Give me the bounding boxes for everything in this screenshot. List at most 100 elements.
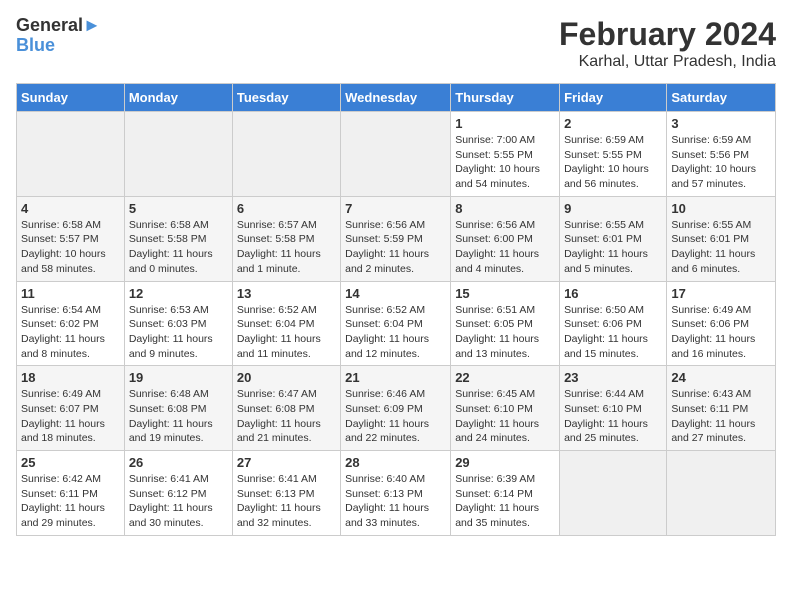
calendar-body: 1 Sunrise: 7:00 AMSunset: 5:55 PMDaylight… [17, 112, 776, 536]
day-info: Sunrise: 6:40 AMSunset: 6:13 PMDaylight:… [345, 472, 446, 531]
calendar-cell: 8 Sunrise: 6:56 AMSunset: 6:00 PMDaylight… [451, 196, 560, 281]
calendar-cell: 15 Sunrise: 6:51 AMSunset: 6:05 PMDayligh… [451, 281, 560, 366]
day-number: 4 [21, 201, 120, 216]
calendar-cell: 4 Sunrise: 6:58 AMSunset: 5:57 PMDaylight… [17, 196, 125, 281]
calendar-cell: 10Sunrise: 6:55 AMSunset: 6:01 PMDayligh… [667, 196, 776, 281]
calendar-cell: 9Sunrise: 6:55 AMSunset: 6:01 PMDaylight… [560, 196, 667, 281]
day-number: 19 [129, 370, 228, 385]
day-number: 28 [345, 455, 446, 470]
day-info: Sunrise: 6:49 AMSunset: 6:06 PMDaylight:… [671, 303, 771, 362]
calendar-cell: 5 Sunrise: 6:58 AMSunset: 5:58 PMDaylight… [124, 196, 232, 281]
calendar-subtitle: Karhal, Uttar Pradesh, India [559, 53, 776, 71]
calendar-cell: 25 Sunrise: 6:42 AMSunset: 6:11 PMDayligh… [17, 451, 125, 536]
header-row: Sunday Monday Tuesday Wednesday Thursday… [17, 84, 776, 112]
calendar-table: Sunday Monday Tuesday Wednesday Thursday… [16, 83, 776, 536]
day-info: Sunrise: 6:59 AMSunset: 5:55 PMDaylight:… [564, 133, 662, 192]
day-info: Sunrise: 6:57 AMSunset: 5:58 PMDaylight:… [237, 218, 336, 277]
calendar-cell: 29 Sunrise: 6:39 AMSunset: 6:14 PMDayligh… [451, 451, 560, 536]
calendar-cell: 27 Sunrise: 6:41 AMSunset: 6:13 PMDayligh… [232, 451, 340, 536]
title-area: February 2024 Karhal, Uttar Pradesh, Ind… [559, 16, 776, 71]
calendar-cell: 20 Sunrise: 6:47 AMSunset: 6:08 PMDayligh… [232, 366, 340, 451]
calendar-cell: 3Sunrise: 6:59 AMSunset: 5:56 PMDaylight… [667, 112, 776, 197]
col-saturday: Saturday [667, 84, 776, 112]
col-thursday: Thursday [451, 84, 560, 112]
day-number: 22 [455, 370, 555, 385]
day-info: Sunrise: 6:41 AMSunset: 6:13 PMDaylight:… [237, 472, 336, 531]
calendar-week-4: 18 Sunrise: 6:49 AMSunset: 6:07 PMDayligh… [17, 366, 776, 451]
day-info: Sunrise: 6:49 AMSunset: 6:07 PMDaylight:… [21, 387, 120, 446]
day-number: 5 [129, 201, 228, 216]
day-info: Sunrise: 6:58 AMSunset: 5:57 PMDaylight:… [21, 218, 120, 277]
day-info: Sunrise: 6:39 AMSunset: 6:14 PMDaylight:… [455, 472, 555, 531]
calendar-week-3: 11 Sunrise: 6:54 AMSunset: 6:02 PMDayligh… [17, 281, 776, 366]
day-number: 21 [345, 370, 446, 385]
col-tuesday: Tuesday [232, 84, 340, 112]
calendar-cell: 21Sunrise: 6:46 AMSunset: 6:09 PMDayligh… [341, 366, 451, 451]
calendar-cell: 13Sunrise: 6:52 AMSunset: 6:04 PMDayligh… [232, 281, 340, 366]
calendar-cell: 22 Sunrise: 6:45 AMSunset: 6:10 PMDayligh… [451, 366, 560, 451]
day-number: 15 [455, 286, 555, 301]
calendar-cell: 26Sunrise: 6:41 AMSunset: 6:12 PMDayligh… [124, 451, 232, 536]
calendar-cell: 17Sunrise: 6:49 AMSunset: 6:06 PMDayligh… [667, 281, 776, 366]
day-number: 27 [237, 455, 336, 470]
calendar-week-2: 4 Sunrise: 6:58 AMSunset: 5:57 PMDaylight… [17, 196, 776, 281]
calendar-cell [667, 451, 776, 536]
calendar-cell: 24 Sunrise: 6:43 AMSunset: 6:11 PMDayligh… [667, 366, 776, 451]
day-number: 20 [237, 370, 336, 385]
calendar-cell: 2 Sunrise: 6:59 AMSunset: 5:55 PMDaylight… [560, 112, 667, 197]
day-number: 6 [237, 201, 336, 216]
day-info: Sunrise: 7:00 AMSunset: 5:55 PMDaylight:… [455, 133, 555, 192]
day-info: Sunrise: 6:52 AMSunset: 6:04 PMDaylight:… [345, 303, 446, 362]
calendar-header: Sunday Monday Tuesday Wednesday Thursday… [17, 84, 776, 112]
day-number: 16 [564, 286, 662, 301]
day-number: 3 [671, 116, 771, 131]
calendar-cell: 16Sunrise: 6:50 AMSunset: 6:06 PMDayligh… [560, 281, 667, 366]
day-info: Sunrise: 6:51 AMSunset: 6:05 PMDaylight:… [455, 303, 555, 362]
day-number: 18 [21, 370, 120, 385]
day-info: Sunrise: 6:43 AMSunset: 6:11 PMDaylight:… [671, 387, 771, 446]
day-info: Sunrise: 6:45 AMSunset: 6:10 PMDaylight:… [455, 387, 555, 446]
day-info: Sunrise: 6:44 AMSunset: 6:10 PMDaylight:… [564, 387, 662, 446]
day-number: 8 [455, 201, 555, 216]
calendar-cell [17, 112, 125, 197]
calendar-cell: 19 Sunrise: 6:48 AMSunset: 6:08 PMDayligh… [124, 366, 232, 451]
calendar-cell: 23 Sunrise: 6:44 AMSunset: 6:10 PMDayligh… [560, 366, 667, 451]
calendar-cell: 18 Sunrise: 6:49 AMSunset: 6:07 PMDayligh… [17, 366, 125, 451]
day-number: 2 [564, 116, 662, 131]
day-number: 12 [129, 286, 228, 301]
col-wednesday: Wednesday [341, 84, 451, 112]
day-info: Sunrise: 6:52 AMSunset: 6:04 PMDaylight:… [237, 303, 336, 362]
day-info: Sunrise: 6:47 AMSunset: 6:08 PMDaylight:… [237, 387, 336, 446]
day-number: 11 [21, 286, 120, 301]
day-info: Sunrise: 6:58 AMSunset: 5:58 PMDaylight:… [129, 218, 228, 277]
calendar-cell: 14 Sunrise: 6:52 AMSunset: 6:04 PMDayligh… [341, 281, 451, 366]
day-number: 9 [564, 201, 662, 216]
day-info: Sunrise: 6:56 AMSunset: 5:59 PMDaylight:… [345, 218, 446, 277]
col-friday: Friday [560, 84, 667, 112]
calendar-cell [560, 451, 667, 536]
day-number: 14 [345, 286, 446, 301]
calendar-cell: 12 Sunrise: 6:53 AMSunset: 6:03 PMDayligh… [124, 281, 232, 366]
day-info: Sunrise: 6:54 AMSunset: 6:02 PMDaylight:… [21, 303, 120, 362]
day-number: 7 [345, 201, 446, 216]
header: General► Blue February 2024 Karhal, Utta… [16, 16, 776, 71]
day-info: Sunrise: 6:42 AMSunset: 6:11 PMDaylight:… [21, 472, 120, 531]
logo: General► Blue [16, 16, 101, 56]
day-info: Sunrise: 6:56 AMSunset: 6:00 PMDaylight:… [455, 218, 555, 277]
calendar-week-1: 1 Sunrise: 7:00 AMSunset: 5:55 PMDaylight… [17, 112, 776, 197]
calendar-cell [341, 112, 451, 197]
day-info: Sunrise: 6:48 AMSunset: 6:08 PMDaylight:… [129, 387, 228, 446]
day-number: 1 [455, 116, 555, 131]
calendar-cell: 28 Sunrise: 6:40 AMSunset: 6:13 PMDayligh… [341, 451, 451, 536]
calendar-cell: 11 Sunrise: 6:54 AMSunset: 6:02 PMDayligh… [17, 281, 125, 366]
col-monday: Monday [124, 84, 232, 112]
day-number: 25 [21, 455, 120, 470]
calendar-week-5: 25 Sunrise: 6:42 AMSunset: 6:11 PMDayligh… [17, 451, 776, 536]
day-info: Sunrise: 6:53 AMSunset: 6:03 PMDaylight:… [129, 303, 228, 362]
day-number: 29 [455, 455, 555, 470]
calendar-title: February 2024 [559, 16, 776, 53]
day-number: 23 [564, 370, 662, 385]
day-number: 10 [671, 201, 771, 216]
day-number: 24 [671, 370, 771, 385]
calendar-cell [232, 112, 340, 197]
